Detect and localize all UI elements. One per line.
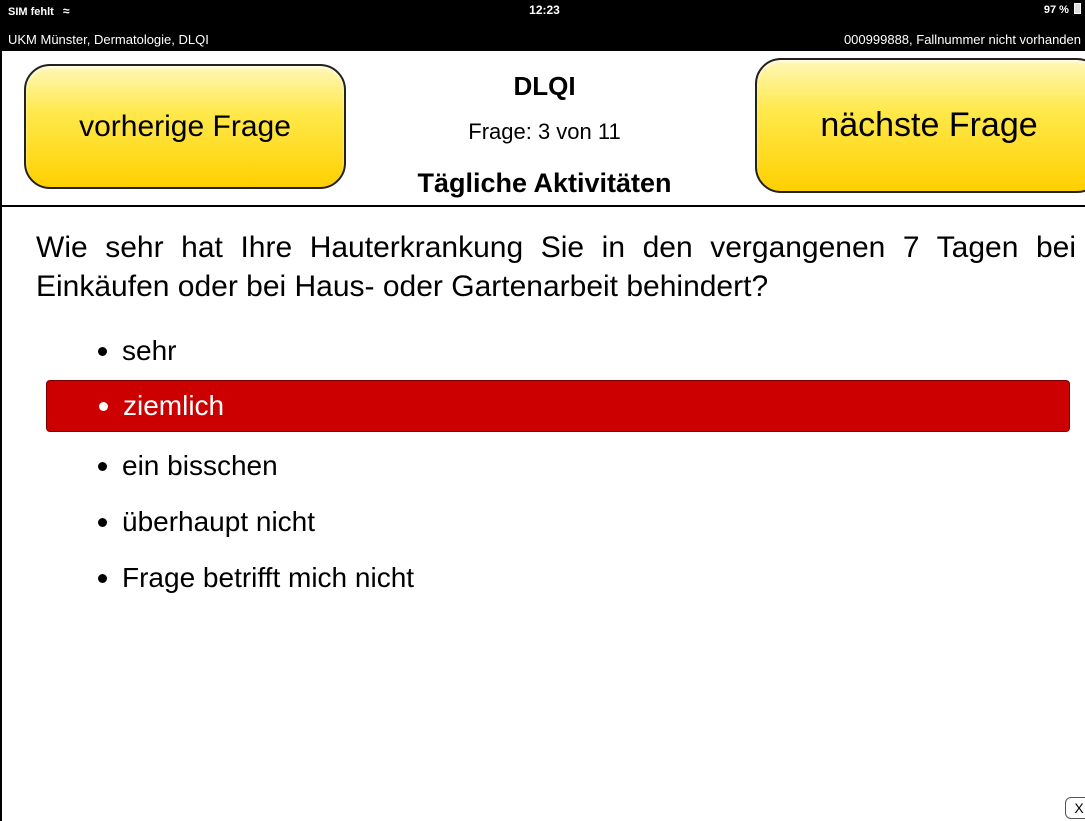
app-frame: SIM fehlt ≈ 12:23 97 % UKM Münster, Derm… — [0, 0, 1085, 821]
answer-label: sehr — [122, 335, 177, 366]
battery-label: 97 % — [1043, 4, 1069, 16]
answer-label: ein bisschen — [122, 450, 278, 481]
battery-icon — [1074, 3, 1081, 14]
bullet-icon — [98, 461, 107, 471]
answer-option-ueberhaupt-nicht[interactable]: überhaupt nicht — [46, 496, 1070, 548]
case-number-label: 000999888, Fallnummer nicht vorhanden — [843, 32, 1081, 47]
next-question-button[interactable]: nächste Frage — [755, 58, 1085, 193]
answer-label: überhaupt nicht — [122, 506, 316, 537]
answer-label: Frage betrifft mich nicht — [122, 562, 415, 593]
status-bar: SIM fehlt ≈ 12:23 97 % UKM Münster, Derm… — [2, 0, 1085, 51]
answer-option-betrifft-mich-nicht[interactable]: Frage betrifft mich nicht — [46, 552, 1070, 604]
bullet-icon — [98, 517, 107, 527]
bullet-icon — [98, 346, 107, 356]
bullet-icon — [99, 401, 108, 411]
clock: 12:23 — [529, 3, 560, 17]
close-button[interactable]: X — [1065, 797, 1085, 819]
question-text: Wie sehr hat Ihre Hauterkrankung Sie in … — [36, 231, 1076, 303]
answer-option-ein-bisschen[interactable]: ein bisschen — [46, 440, 1070, 492]
answer-label: ziemlich — [123, 390, 225, 421]
answer-option-ziemlich[interactable]: ziemlich — [46, 380, 1070, 432]
bullet-icon — [98, 573, 107, 583]
questionnaire-header: vorherige Frage DLQI Frage: 3 von 11 Täg… — [2, 51, 1085, 207]
battery-status: 97 % — [1044, 3, 1081, 16]
answer-option-sehr[interactable]: sehr — [46, 325, 1070, 377]
context-label: UKM Münster, Dermatologie, DLQI — [8, 32, 209, 47]
